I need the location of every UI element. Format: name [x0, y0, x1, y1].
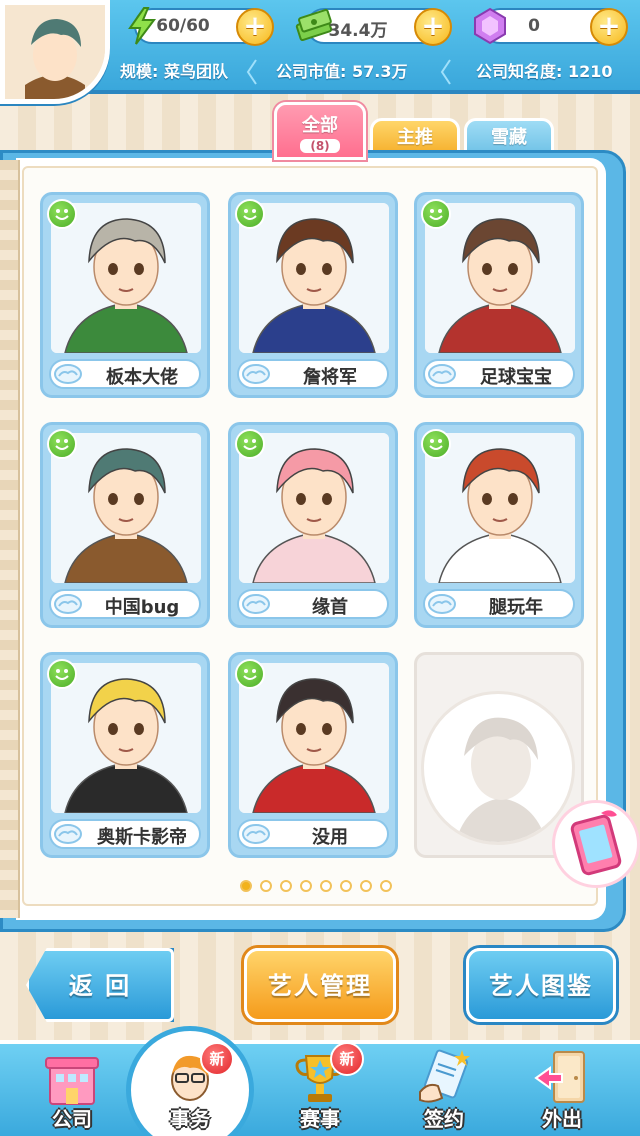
mood-happy-icon: [421, 429, 451, 459]
page-dot[interactable]: [360, 880, 372, 892]
nav-label: 签约: [424, 1107, 464, 1131]
mood-happy-icon: [235, 199, 265, 229]
mood-happy-icon: [421, 199, 451, 229]
player-portrait-icon: [5, 5, 105, 99]
artist-card[interactable]: 足球宝宝: [414, 192, 584, 398]
artist-name: 缘首: [312, 597, 348, 618]
tab-label: 全部: [302, 115, 338, 136]
artist-name-bar: 足球宝宝: [423, 359, 575, 389]
money-resource: 34.4万 +: [295, 8, 452, 46]
page-dot[interactable]: [320, 880, 332, 892]
nav-sign[interactable]: 签约: [392, 1044, 496, 1134]
page-dot-active[interactable]: [240, 880, 252, 892]
silhouette-frame: [421, 691, 575, 845]
page-dot[interactable]: [380, 880, 392, 892]
back-button[interactable]: 返 回: [26, 948, 174, 1022]
artist-name: 中国bug: [104, 597, 180, 618]
tab-all[interactable]: 全部 (8): [274, 102, 366, 160]
separator-chevron-icon: [246, 59, 257, 85]
artist-name-bar: 没用: [237, 819, 389, 849]
cloud-icon: [428, 594, 456, 614]
artist-name-bar: 詹将军: [237, 359, 389, 389]
gems-resource: 0 +: [474, 7, 628, 46]
company-market-value: 公司市值: 57.3万: [276, 62, 408, 81]
nav-label: 赛事: [300, 1107, 340, 1131]
mood-happy-icon: [235, 429, 265, 459]
page-dot[interactable]: [280, 880, 292, 892]
locked-artist-silhouette-icon: [455, 717, 547, 842]
company-fame: 公司知名度: 1210: [476, 62, 613, 81]
artist-name-bar: 腿玩年: [423, 589, 575, 619]
cloud-icon: [242, 594, 270, 614]
artist-card[interactable]: 詹将军: [228, 192, 398, 398]
cloud-icon: [242, 364, 270, 384]
gems-value: 0: [528, 16, 540, 36]
artist-name: 奥斯卡影帝: [97, 827, 187, 848]
tab-label: 主推: [397, 127, 433, 148]
artist-name-bar: 中国bug: [49, 589, 201, 619]
cloud-icon: [54, 364, 82, 384]
door-exit-icon: [534, 1051, 585, 1103]
cloud-icon: [428, 364, 456, 384]
cloud-icon: [54, 824, 82, 844]
nav-outing[interactable]: 外出: [510, 1044, 614, 1134]
pink-phone-icon: [570, 810, 622, 876]
mood-happy-icon: [235, 659, 265, 689]
artist-card[interactable]: 奥斯卡影帝: [40, 652, 210, 858]
artist-name: 没用: [312, 827, 348, 848]
add-money-button[interactable]: +: [414, 8, 452, 46]
energy-value: 60/60: [156, 16, 210, 36]
page-dot[interactable]: [340, 880, 352, 892]
artist-card[interactable]: 中国bug: [40, 422, 210, 628]
artist-card[interactable]: 没用: [228, 652, 398, 858]
artist-album-button[interactable]: 艺人图鉴: [466, 948, 616, 1022]
nav-label: 事务: [170, 1107, 210, 1131]
artist-card[interactable]: 板本大佬: [40, 192, 210, 398]
artist-name-bar: 板本大佬: [49, 359, 201, 389]
phone-button[interactable]: [552, 800, 640, 888]
tab-label: 雪藏: [491, 127, 527, 148]
mood-happy-icon: [47, 199, 77, 229]
add-energy-button[interactable]: +: [236, 8, 274, 46]
add-gems-button[interactable]: +: [590, 8, 628, 46]
artist-name: 腿玩年: [489, 597, 543, 618]
artist-name-bar: 缘首: [237, 589, 389, 619]
company-scale: 规模: 菜鸟团队: [120, 62, 228, 81]
mood-happy-icon: [47, 659, 77, 689]
artist-name: 足球宝宝: [480, 367, 552, 388]
page-indicator: [240, 880, 400, 894]
page-dot[interactable]: [300, 880, 312, 892]
nav-events[interactable]: 新 赛事: [268, 1042, 372, 1134]
nav-company[interactable]: 公司: [20, 1044, 124, 1134]
page-dot[interactable]: [260, 880, 272, 892]
money-value: 34.4万: [328, 21, 388, 41]
cloud-icon: [242, 824, 270, 844]
building-icon: [45, 1057, 99, 1105]
new-badge: 新: [200, 1042, 234, 1076]
new-badge: 新: [330, 1042, 364, 1076]
nav-affairs[interactable]: 新 事务: [138, 1042, 242, 1134]
cloud-icon: [54, 594, 82, 614]
separator-chevron-icon: [440, 59, 451, 85]
mood-happy-icon: [47, 429, 77, 459]
nav-label: 外出: [542, 1107, 582, 1131]
artist-card[interactable]: 腿玩年: [414, 422, 584, 628]
artist-name: 板本大佬: [106, 367, 178, 388]
tab-count: (8): [300, 139, 340, 153]
contract-scroll-icon: [419, 1049, 470, 1103]
artist-name: 詹将军: [303, 367, 357, 388]
artist-management-button[interactable]: 艺人管理: [244, 948, 396, 1022]
nav-label: 公司: [52, 1107, 92, 1131]
energy-resource: 60/60 +: [128, 7, 274, 46]
artist-card[interactable]: 缘首: [228, 422, 398, 628]
artist-name-bar: 奥斯卡影帝: [49, 819, 201, 849]
book-spine: [0, 160, 20, 918]
